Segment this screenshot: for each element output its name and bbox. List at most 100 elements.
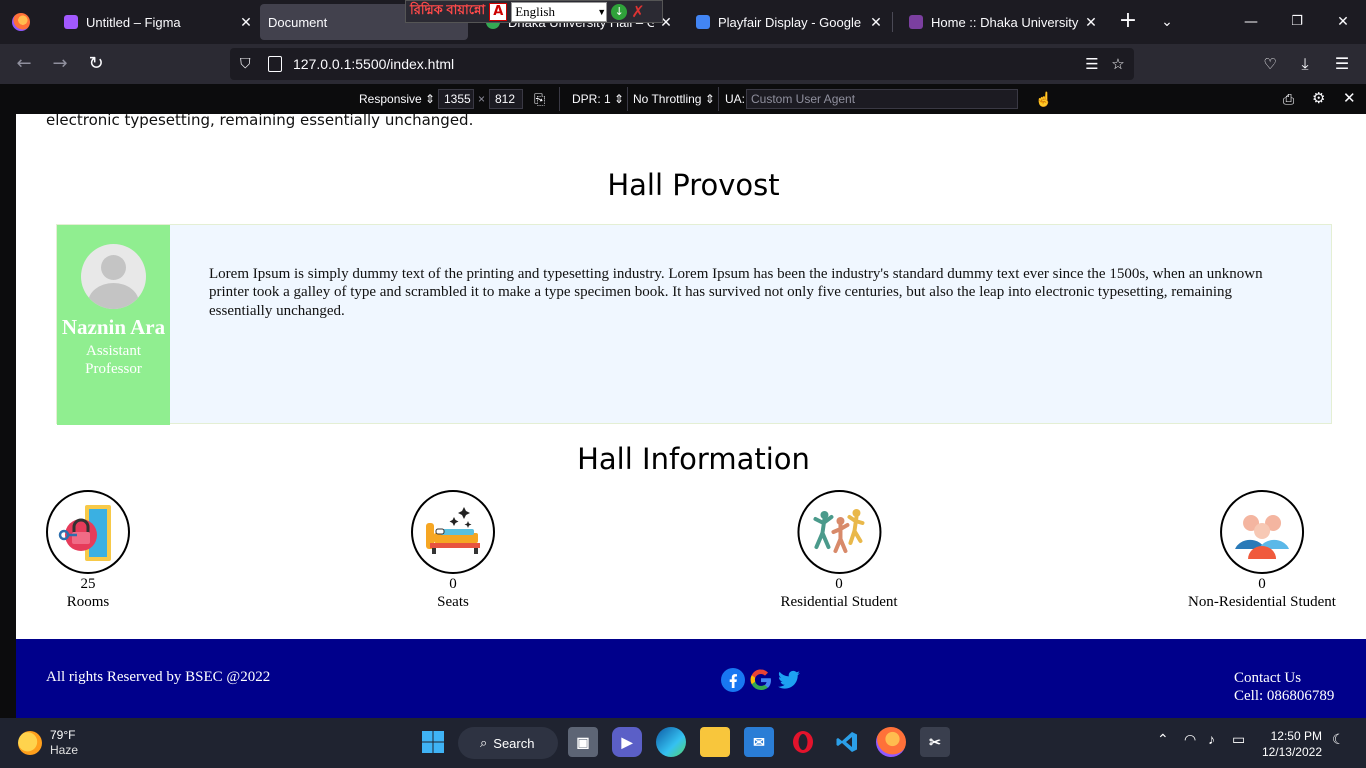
firefox-icon[interactable] [876,727,906,757]
device-selector[interactable]: Responsive ⇕ [359,84,435,114]
minimize-icon[interactable]: — [1236,8,1266,36]
opera-browser-icon[interactable] [788,727,818,757]
throttling-selector[interactable]: No Throttling ⇕ [633,84,715,114]
download-icon[interactable]: ↓ [611,3,628,20]
page-info-icon[interactable] [268,56,282,72]
viewport-height-input[interactable]: 812 [489,89,523,109]
downloads-icon[interactable]: ⤓ [1291,50,1319,78]
teams-chat-icon[interactable]: ▶ [612,727,642,757]
twitter-icon[interactable] [776,667,801,692]
hall-information-heading: Hall Information [577,442,810,476]
edge-browser-icon[interactable] [656,727,686,757]
close-widget-icon[interactable]: ✗ [631,2,644,21]
keyboard-language-widget: রিদ্মিক বায়ান্নো A English ▼ ↓ ✗ [405,0,663,23]
stat-value: 25 [80,576,96,592]
weather-widget[interactable]: 79°F Haze [18,728,78,758]
forward-icon[interactable]: → [46,50,74,78]
taskbar-search[interactable]: ⌕ Search [458,727,558,759]
site-footer: All rights Reserved by BSEC @2022 Contac… [16,639,1366,718]
university-favicon-icon [909,15,923,29]
tab-dhaka-university[interactable]: Home :: Dhaka University Hall ✕ [893,4,1103,40]
contact-info: Contact Us Cell: 086806789 [1234,669,1334,705]
vscode-icon[interactable] [832,727,862,757]
dpr-selector-label: DPR: 1 [572,92,611,106]
search-label: Search [493,735,535,751]
provost-profile: Naznin Ara Assistant Professor [57,225,170,425]
navigation-toolbar: ← → ↻ ⛉ 127.0.0.1:5500/index.html ☰ ☆ ♡ … [0,44,1366,84]
touch-simulation-icon[interactable]: ☝ [1035,84,1052,114]
firefox-menu-icon[interactable] [0,0,42,44]
close-tab-icon[interactable]: ✕ [234,14,258,31]
provost-role: Assistant Professor [85,343,142,377]
provost-name: Naznin Ara [61,315,166,339]
pocket-icon[interactable]: ♡ [1256,50,1284,78]
url-text[interactable]: 127.0.0.1:5500/index.html [293,56,454,72]
mail-icon[interactable]: ✉ [744,727,774,757]
viewport-width-input[interactable]: 1355 [438,89,474,109]
google-icon[interactable] [748,667,773,692]
close-window-icon[interactable]: ✕ [1328,8,1358,36]
file-explorer-icon[interactable] [700,727,730,757]
reader-view-icon[interactable]: ☰ [1080,48,1104,80]
notification-moon-icon[interactable]: ☾ [1332,731,1345,748]
group-icon [1220,490,1304,574]
tab-strip: Untitled – Figma ✕ Document Dhaka Univer… [0,0,1366,44]
stat-label: Seats [437,594,469,610]
weather-description: Haze [50,743,79,757]
device-selector-label: Responsive [359,92,422,106]
door-lock-icon [46,490,130,574]
system-clock[interactable]: 12:50 PM 12/13/2022 [1256,728,1322,760]
close-tab-icon[interactable]: ✕ [864,14,888,31]
snipping-tool-icon[interactable]: ✂ [920,727,950,757]
tab-google-fonts[interactable]: Playfair Display - Google Fonts ✕ [680,4,888,40]
stat-seats: 0 Seats [411,490,495,611]
screenshot-icon[interactable]: ⎙ [1283,84,1294,114]
show-hidden-icons-icon[interactable]: ⌃ [1157,731,1169,748]
settings-gear-icon[interactable]: ⚙ [1312,84,1325,114]
tab-figma[interactable]: Untitled – Figma ✕ [48,4,258,40]
dpr-selector[interactable]: DPR: 1 ⇕ [572,84,624,114]
reload-icon[interactable]: ↻ [82,50,110,78]
language-app-icon[interactable]: A [489,2,508,21]
task-view-icon[interactable]: ▣ [568,727,598,757]
browser-viewport: electronic typesetting, remaining essent… [0,114,1366,718]
copyright-text: All rights Reserved by BSEC @2022 [46,669,271,685]
windows-start-icon[interactable] [418,727,448,757]
rotate-icon[interactable]: ⎘ [534,84,545,114]
toolbar-separator [627,87,628,111]
responsive-design-toolbar: Responsive ⇕ 1355 × 812 ⎘ DPR: 1 ⇕ No Th… [0,84,1366,114]
dimension-separator: × [478,92,486,106]
wifi-icon[interactable]: ◠ [1184,731,1196,748]
close-tab-icon[interactable]: ✕ [1079,14,1103,31]
facebook-icon[interactable] [720,667,745,692]
hamburger-menu-icon[interactable]: ☰ [1328,50,1356,78]
tracking-protection-icon[interactable]: ⛉ [240,56,256,72]
provost-bio: Lorem Ipsum is simply dummy text of the … [209,266,1263,319]
contact-cell: Cell: 086806789 [1234,688,1335,704]
tab-title: Untitled – Figma [86,14,181,30]
stat-value: 0 [449,576,457,592]
back-icon[interactable]: ← [10,50,38,78]
user-agent-input[interactable]: Custom User Agent [746,89,1018,109]
bed-icon [411,490,495,574]
stat-value: 0 [1258,576,1266,592]
tab-title: Home :: Dhaka University Hall [931,14,1079,30]
language-select-value: English [515,3,555,19]
ua-label: UA: [725,92,746,106]
stat-residential-students: 0 Residential Student [780,490,898,611]
close-rdm-icon[interactable]: ✕ [1343,84,1356,114]
volume-icon[interactable]: ♪ [1208,731,1215,747]
language-select[interactable]: English ▼ [511,1,608,22]
stat-non-residential-students: 0 Non-Residential Student [1188,490,1336,611]
figma-favicon-icon [64,15,78,29]
throttling-selector-label: No Throttling [633,92,702,106]
bookmark-star-icon[interactable]: ☆ [1106,48,1130,80]
list-all-tabs-icon[interactable]: ⌄ [1156,10,1178,34]
google-fonts-favicon-icon [696,15,710,29]
new-tab-icon[interactable]: + [1117,10,1139,34]
url-bar[interactable]: ⛉ 127.0.0.1:5500/index.html ☰ ☆ [230,48,1134,80]
battery-icon[interactable]: ▭ [1232,731,1245,748]
restore-icon[interactable]: ❐ [1282,8,1312,36]
language-tool-title: রিদ্মিক বায়ান্নো [410,2,486,17]
chevron-down-icon: ▼ [597,6,607,17]
